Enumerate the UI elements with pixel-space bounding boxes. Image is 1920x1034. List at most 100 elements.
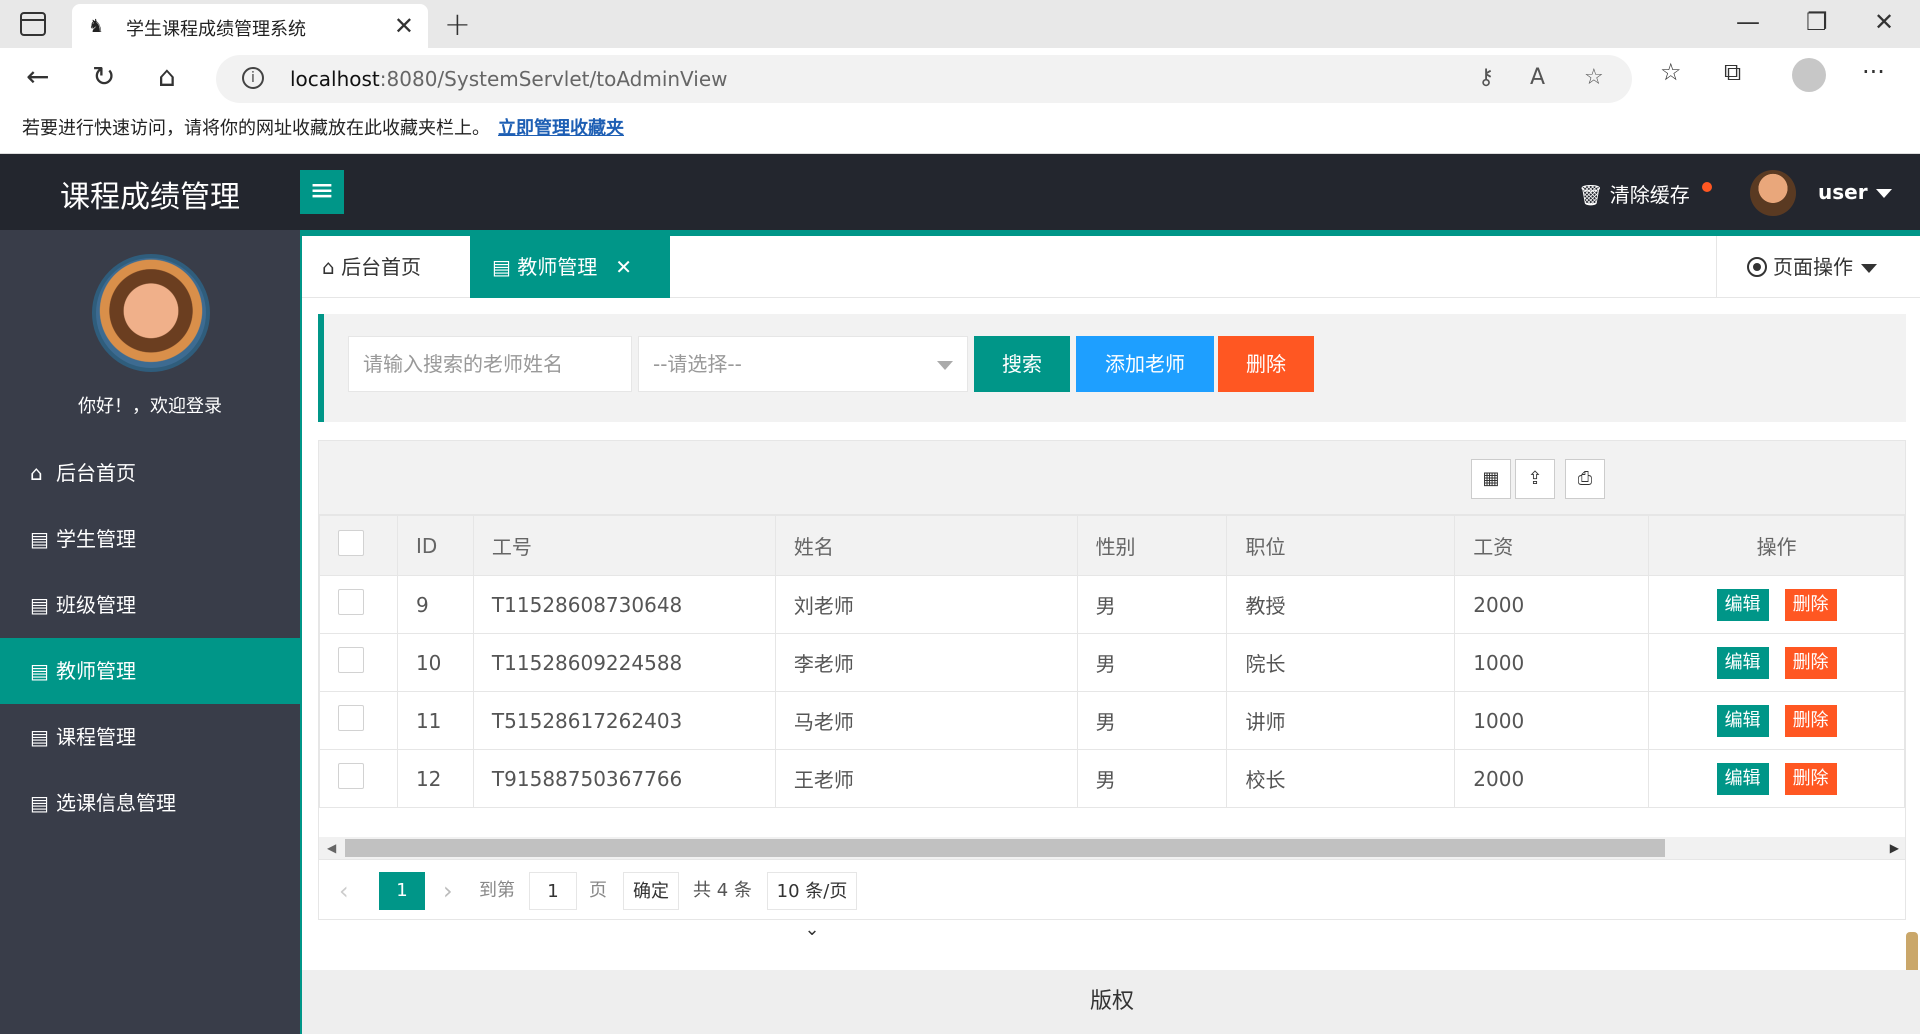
current-page[interactable]: 1 xyxy=(379,872,425,910)
filter-select[interactable]: --请选择-- xyxy=(638,336,968,392)
favorites-icon[interactable]: ☆ xyxy=(1660,58,1682,86)
goto-confirm-button[interactable]: 确定 xyxy=(623,872,679,910)
info-icon[interactable]: i xyxy=(242,67,264,89)
chevron-down-icon: ⌄ xyxy=(804,919,820,940)
cell-position: 校长 xyxy=(1226,749,1456,808)
table-header-row: ID 工号 姓名 性别 职位 工资 操作 xyxy=(319,515,1905,576)
row-checkbox[interactable] xyxy=(338,647,364,673)
edit-button[interactable]: 编辑 xyxy=(1716,588,1769,621)
print-icon[interactable]: ⎙ xyxy=(1565,459,1605,499)
caret-down-icon xyxy=(1875,189,1892,198)
close-tab-icon[interactable]: ✕ xyxy=(394,12,414,40)
app-header: 课程成绩管理 ≡ 🗑 清除缓存 user xyxy=(0,154,1920,230)
row-checkbox[interactable] xyxy=(338,763,364,789)
manage-favorites-link[interactable]: 立即管理收藏夹 xyxy=(498,114,624,140)
delete-button[interactable]: 删除 xyxy=(1218,336,1314,392)
favorites-bar: 若要进行快速访问，请将你的网址收藏放在此收藏夹栏上。 立即管理收藏夹 xyxy=(0,110,1920,154)
prev-page-icon[interactable]: ‹ xyxy=(339,872,349,910)
cell-gender: 男 xyxy=(1076,575,1228,634)
next-page-icon[interactable]: › xyxy=(443,872,453,910)
table-row: 9 T11528608730648 刘老师 男 教授 2000 编辑 删除 xyxy=(319,575,1905,634)
select-all-cell[interactable] xyxy=(319,515,398,576)
header-name[interactable]: 姓名 xyxy=(774,515,1078,576)
row-delete-button[interactable]: 删除 xyxy=(1784,646,1837,679)
favorites-message: 若要进行快速访问，请将你的网址收藏放在此收藏夹栏上。 xyxy=(22,118,490,139)
footer: 版权 xyxy=(302,970,1920,1034)
sidebar-item-home[interactable]: ⌂ 后台首页 xyxy=(0,440,300,506)
export-icon[interactable]: ⇪ xyxy=(1515,459,1555,499)
clear-cache-button[interactable]: 🗑 清除缓存 xyxy=(1578,179,1690,208)
close-tab-icon[interactable]: ✕ xyxy=(615,255,632,279)
table-row: 10 T11528609224588 李老师 男 院长 1000 编辑 删除 xyxy=(319,633,1905,692)
content-tabs: ⌂ 后台首页 ▤ 教师管理 ✕ 页面操作 xyxy=(302,236,1920,298)
key-icon[interactable]: ⚷ xyxy=(1478,65,1494,90)
row-delete-button[interactable]: 删除 xyxy=(1784,762,1837,795)
cell-id: 9 xyxy=(396,575,474,634)
read-aloud-icon[interactable]: A xyxy=(1530,65,1545,90)
new-tab-icon[interactable]: + xyxy=(444,5,471,43)
more-icon[interactable]: ··· xyxy=(1862,58,1885,86)
window-close-icon[interactable]: ✕ xyxy=(1874,8,1894,36)
menu-toggle-icon[interactable]: ≡ xyxy=(300,170,344,214)
edit-button[interactable]: 编辑 xyxy=(1716,704,1769,737)
columns-icon[interactable]: ▦ xyxy=(1471,459,1511,499)
header-avatar[interactable] xyxy=(1750,170,1796,216)
cell-id: 12 xyxy=(396,749,474,808)
row-delete-button[interactable]: 删除 xyxy=(1784,704,1837,737)
sidebar-item-courses[interactable]: ▤ 课程管理 xyxy=(0,704,300,770)
goto-page-input[interactable]: 1 xyxy=(529,872,577,910)
tab-teachers[interactable]: ▤ 教师管理 ✕ xyxy=(470,236,670,298)
add-teacher-button[interactable]: 添加老师 xyxy=(1076,336,1214,392)
header-id[interactable]: ID xyxy=(396,515,474,576)
cell-gender: 男 xyxy=(1076,633,1228,692)
scroll-left-icon[interactable]: ◀ xyxy=(327,841,336,855)
user-menu[interactable]: user xyxy=(1818,180,1892,204)
search-button[interactable]: 搜索 xyxy=(974,336,1070,392)
cell-position: 教授 xyxy=(1226,575,1456,634)
header-salary[interactable]: 工资 xyxy=(1454,515,1650,576)
total-count: 共 4 条 xyxy=(693,880,752,901)
address-bar[interactable]: i localhost:8080/SystemServlet/toAdminVi… xyxy=(216,55,1632,103)
browser-tab-bar: ♞ 学生课程成绩管理系统 ✕ + — ❐ ✕ xyxy=(0,0,1920,48)
welcome-text: 你好！，欢迎登录 xyxy=(78,396,222,417)
header-gender[interactable]: 性别 xyxy=(1076,515,1228,576)
sidebar: 你好！，欢迎登录 ⌂ 后台首页 ▤ 学生管理 ▤ 班级管理 ▤ 教师管理 ▤ 课程管理 ▤… xyxy=(0,230,300,1034)
row-checkbox[interactable] xyxy=(338,589,364,615)
profile-avatar[interactable] xyxy=(1792,58,1826,92)
page-operations-menu[interactable]: 页面操作 xyxy=(1716,236,1920,298)
tab-home[interactable]: ⌂ 后台首页 xyxy=(322,236,421,298)
scroll-right-icon[interactable]: ▶ xyxy=(1890,841,1899,855)
sidebar-item-enrollment[interactable]: ▤ 选课信息管理 xyxy=(0,770,300,836)
edit-button[interactable]: 编辑 xyxy=(1716,762,1769,795)
home-icon[interactable]: ⌂ xyxy=(158,60,176,93)
page-size-select[interactable]: 10 条/页 ⌄ xyxy=(767,872,857,940)
document-icon: ▤ xyxy=(492,255,511,279)
header-position[interactable]: 职位 xyxy=(1226,515,1456,576)
search-input[interactable]: 请输入搜索的老师姓名 xyxy=(348,336,632,392)
add-favorite-icon[interactable]: ☆ xyxy=(1584,65,1604,90)
row-checkbox[interactable] xyxy=(338,705,364,731)
refresh-icon[interactable]: ↻ xyxy=(92,60,115,93)
cell-salary: 2000 xyxy=(1454,575,1650,634)
edit-button[interactable]: 编辑 xyxy=(1716,646,1769,679)
restore-icon[interactable]: ❐ xyxy=(1806,8,1828,36)
url-text[interactable]: localhost:8080/SystemServlet/toAdminView xyxy=(290,67,728,91)
row-delete-button[interactable]: 删除 xyxy=(1784,588,1837,621)
minimize-icon[interactable]: — xyxy=(1736,8,1760,36)
header-no[interactable]: 工号 xyxy=(472,515,776,576)
checkbox[interactable] xyxy=(338,530,364,556)
horizontal-scrollbar[interactable]: ◀ ▶ xyxy=(319,837,1905,859)
cell-position: 讲师 xyxy=(1226,691,1456,750)
back-icon[interactable]: ← xyxy=(26,60,49,93)
cell-salary: 1000 xyxy=(1454,633,1650,692)
cell-gender: 男 xyxy=(1076,749,1228,808)
scroll-thumb[interactable] xyxy=(345,839,1665,857)
tab-actions-icon[interactable] xyxy=(20,12,46,36)
sidebar-item-classes[interactable]: ▤ 班级管理 xyxy=(0,572,300,638)
sidebar-item-teachers[interactable]: ▤ 教师管理 xyxy=(0,638,300,704)
browser-tab[interactable]: ♞ 学生课程成绩管理系统 ✕ xyxy=(72,4,428,48)
app-logo: 课程成绩管理 xyxy=(60,180,240,215)
cell-name: 马老师 xyxy=(774,691,1078,750)
collections-icon[interactable]: ⧉ xyxy=(1724,58,1741,86)
sidebar-item-students[interactable]: ▤ 学生管理 xyxy=(0,506,300,572)
